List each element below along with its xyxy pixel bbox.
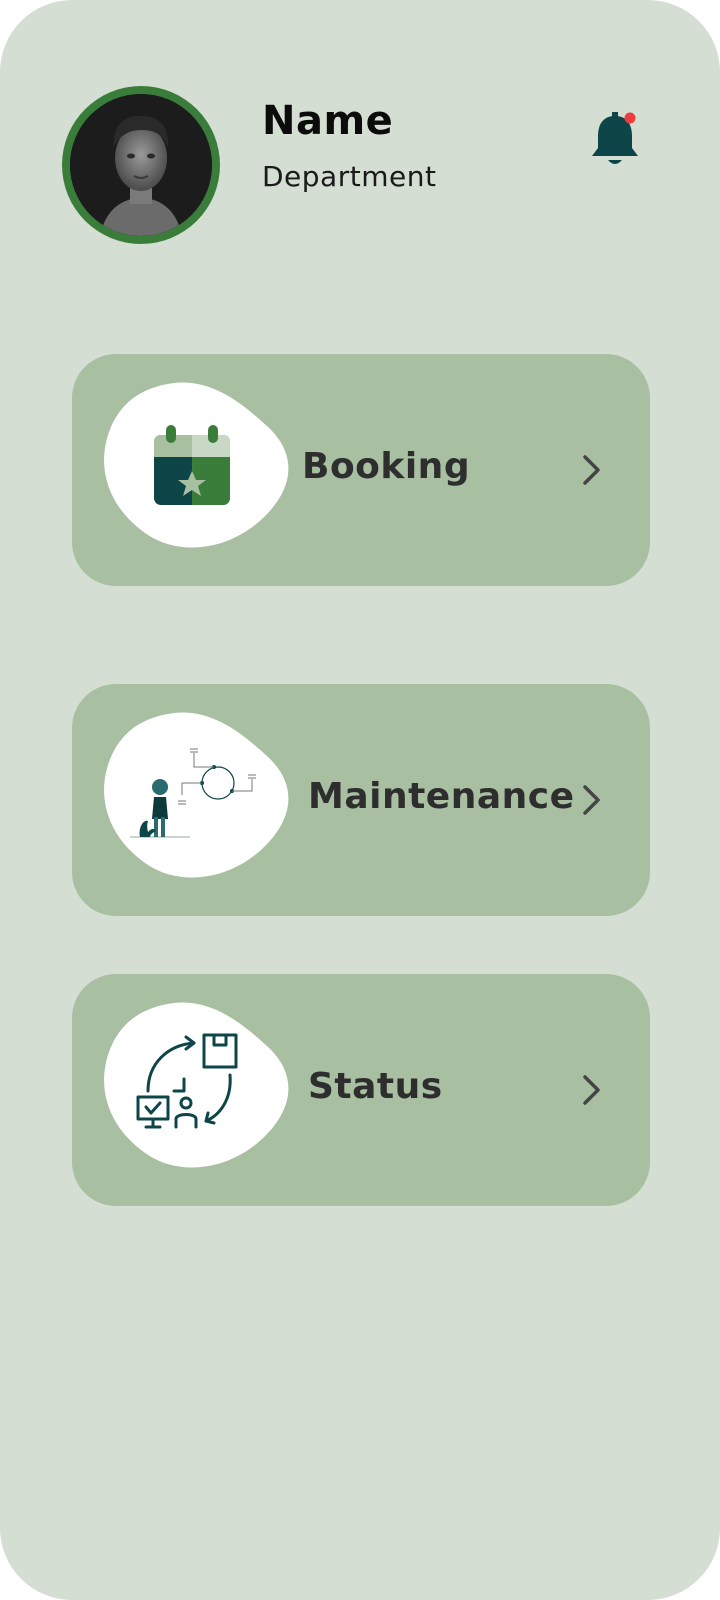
calendar-star-icon	[154, 425, 230, 505]
menu-item-status[interactable]: Status	[72, 974, 650, 1206]
avatar[interactable]	[62, 86, 220, 244]
menu-item-label: Maintenance	[308, 776, 575, 817]
notification-badge	[624, 112, 636, 124]
bell-icon	[592, 112, 638, 164]
user-name: Name	[262, 98, 394, 144]
status-flow-icon	[136, 1033, 238, 1129]
menu-item-label: Status	[308, 1066, 443, 1107]
home-screen: Name Department Booking Maintenance Stat…	[0, 0, 720, 1600]
user-department: Department	[262, 160, 437, 193]
notification-button[interactable]	[588, 108, 640, 170]
avatar-photo	[70, 94, 212, 236]
maintenance-illustration-icon	[130, 748, 256, 838]
chevron-right-icon	[583, 1075, 600, 1105]
menu-item-booking[interactable]: Booking	[72, 354, 650, 586]
chevron-right-icon	[583, 455, 600, 485]
menu-item-maintenance[interactable]: Maintenance	[72, 684, 650, 916]
chevron-right-icon	[583, 785, 600, 815]
menu-item-label: Booking	[302, 446, 471, 487]
